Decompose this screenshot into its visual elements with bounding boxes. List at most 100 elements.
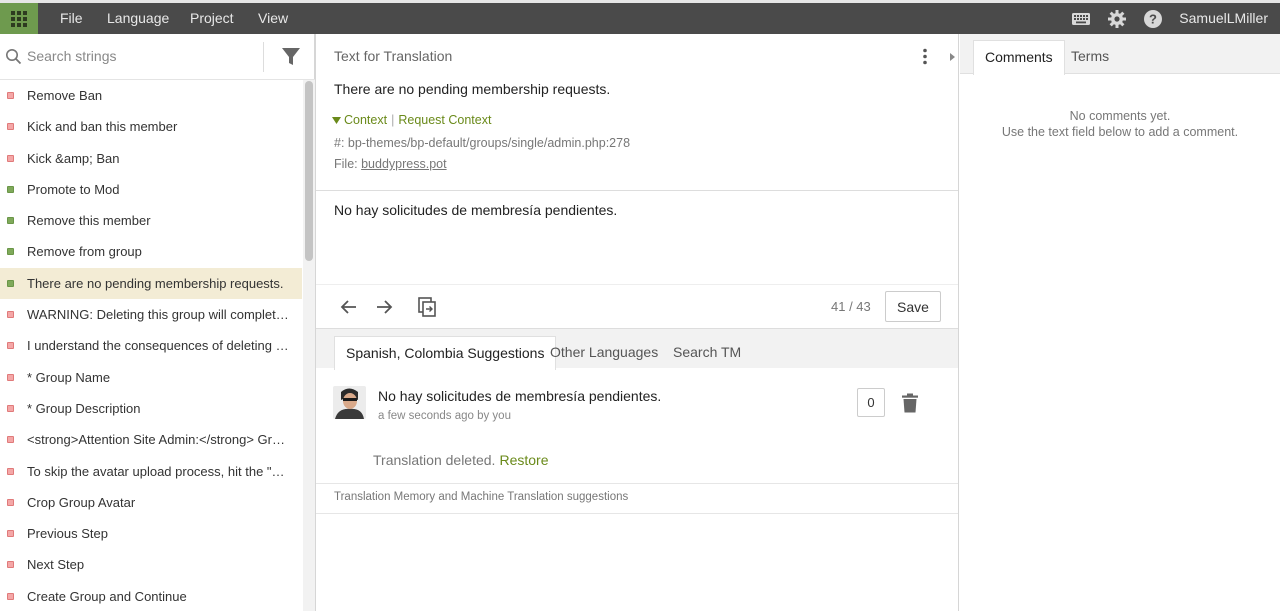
pipe-separator: | xyxy=(391,113,395,127)
filter-icon[interactable] xyxy=(281,46,301,67)
status-dot xyxy=(7,498,14,506)
string-row[interactable]: Remove this member xyxy=(0,205,302,236)
status-dot xyxy=(7,561,14,569)
arrow-right-icon[interactable] xyxy=(373,296,395,318)
string-list: Remove Ban Kick and ban this member Kick &… xyxy=(0,80,302,612)
request-context-link[interactable]: Request Context xyxy=(398,113,491,127)
string-text: Remove Ban xyxy=(27,88,103,103)
string-row[interactable]: I understand the consequences of deletin… xyxy=(0,330,302,361)
menu-language[interactable]: Language xyxy=(107,3,169,34)
status-dot xyxy=(7,342,14,350)
string-text: Crop Group Avatar xyxy=(27,494,136,510)
status-dot xyxy=(7,217,14,225)
suggestion-text[interactable]: No hay solicitudes de membresía pendient… xyxy=(378,388,661,404)
divider xyxy=(316,190,959,191)
string-row[interactable]: Previous Step xyxy=(0,518,302,549)
string-text: Remove from group xyxy=(27,244,142,260)
status-dot xyxy=(7,592,14,600)
divider xyxy=(316,513,959,514)
tab-other-languages[interactable]: Other Languages xyxy=(539,336,669,370)
comments-panel: Comments Terms No comments yet. Use the … xyxy=(960,34,1280,611)
string-row[interactable]: <strong>Attention Site Admin:</strong> G… xyxy=(0,424,302,455)
string-counter: 41 / 43 xyxy=(831,299,871,314)
no-comments-title: No comments yet. xyxy=(1069,109,1171,123)
string-row[interactable]: WARNING: Deleting this group will comple… xyxy=(0,299,302,330)
string-row[interactable]: Promote to Mod xyxy=(0,174,302,205)
apps-grid-icon xyxy=(11,10,27,27)
status-dot xyxy=(7,436,14,444)
string-text: I understand the consequences of deletin… xyxy=(27,338,302,354)
status-dot xyxy=(7,154,14,162)
restore-link[interactable]: Restore xyxy=(499,452,548,468)
string-row[interactable]: Remove from group xyxy=(0,236,302,267)
user-name[interactable]: SamuelLMiller xyxy=(1179,3,1268,34)
file-link[interactable]: buddypress.pot xyxy=(361,157,446,171)
string-row[interactable]: Kick &amp; Ban xyxy=(0,143,302,174)
text-for-translation-label: Text for Translation xyxy=(334,48,453,64)
translation-textarea[interactable]: No hay solicitudes de membresía pendient… xyxy=(334,202,617,218)
more-vertical-icon[interactable] xyxy=(922,48,928,65)
string-row[interactable]: Remove Ban xyxy=(0,80,302,111)
copy-source-icon[interactable] xyxy=(416,296,438,318)
status-dot xyxy=(7,123,14,131)
scrollbar-thumb[interactable] xyxy=(305,81,313,261)
string-text: Remove this member xyxy=(27,213,151,229)
status-dot xyxy=(7,185,14,193)
keyboard-icon[interactable] xyxy=(1071,9,1091,29)
string-text: Promote to Mod xyxy=(27,181,120,197)
status-dot xyxy=(7,248,14,256)
status-dot xyxy=(7,92,14,99)
tab-comments[interactable]: Comments xyxy=(973,40,1065,75)
no-comments-message: No comments yet. Use the text field belo… xyxy=(960,108,1280,140)
string-row[interactable]: There are no pending membership requests… xyxy=(0,267,302,300)
status-dot xyxy=(7,530,14,538)
string-text: * Group Description xyxy=(27,400,141,416)
menu-view[interactable]: View xyxy=(258,3,288,34)
save-button[interactable]: Save xyxy=(885,291,941,322)
string-text: Previous Step xyxy=(27,526,108,542)
collapse-right-icon[interactable] xyxy=(949,53,955,61)
search-input[interactable] xyxy=(27,48,247,64)
string-row[interactable]: Next Step xyxy=(0,549,302,580)
search-bar xyxy=(0,34,315,80)
panel-divider xyxy=(958,34,959,611)
deleted-text: Translation deleted. xyxy=(373,452,496,468)
string-row[interactable]: * Group Description xyxy=(0,393,302,424)
help-icon[interactable]: ? xyxy=(1143,9,1163,29)
scrollbar[interactable] xyxy=(303,80,315,611)
search-icon xyxy=(6,49,22,65)
string-text: Kick and ban this member xyxy=(27,119,178,135)
top-bar: File Language Project View ? SamuelLMill… xyxy=(0,0,1280,34)
divider xyxy=(263,42,264,72)
status-dot xyxy=(7,311,14,319)
string-text: * Group Name xyxy=(27,369,111,385)
right-tabs: Comments Terms xyxy=(960,34,1280,75)
reference-path: #: bp-themes/bp-default/groups/single/ad… xyxy=(334,136,631,150)
string-row[interactable]: * Group Name xyxy=(0,362,302,393)
vote-count[interactable]: 0 xyxy=(857,388,885,417)
trash-icon[interactable] xyxy=(901,393,919,413)
tab-search-tm[interactable]: Search TM xyxy=(662,336,752,370)
gear-icon[interactable] xyxy=(1107,9,1127,29)
string-text: Next Step xyxy=(27,557,85,573)
string-row[interactable]: Create Group and Continue xyxy=(0,581,302,612)
tab-locale-suggestions[interactable]: Spanish, Colombia Suggestions xyxy=(334,336,557,370)
file-info: File: buddypress.pot xyxy=(334,157,447,171)
file-label: File: xyxy=(334,157,358,171)
menu-file[interactable]: File xyxy=(60,3,83,34)
tm-note: Translation Memory and Machine Translati… xyxy=(334,491,629,503)
context-links: Context | Request Context xyxy=(332,113,491,127)
avatar xyxy=(333,386,366,419)
apps-button[interactable] xyxy=(0,3,38,34)
string-text: Kick &amp; Ban xyxy=(27,150,120,166)
string-row[interactable]: Crop Group Avatar xyxy=(0,487,302,518)
string-row[interactable]: To skip the avatar upload process, hit t… xyxy=(0,456,302,487)
menu-project[interactable]: Project xyxy=(190,3,234,34)
string-row[interactable]: Kick and ban this member xyxy=(0,111,302,142)
divider xyxy=(316,483,959,484)
divider xyxy=(316,284,959,285)
arrow-left-icon[interactable] xyxy=(338,296,360,318)
status-dot xyxy=(7,279,14,287)
context-toggle[interactable]: Context xyxy=(344,113,387,127)
tab-terms[interactable]: Terms xyxy=(1060,40,1120,75)
